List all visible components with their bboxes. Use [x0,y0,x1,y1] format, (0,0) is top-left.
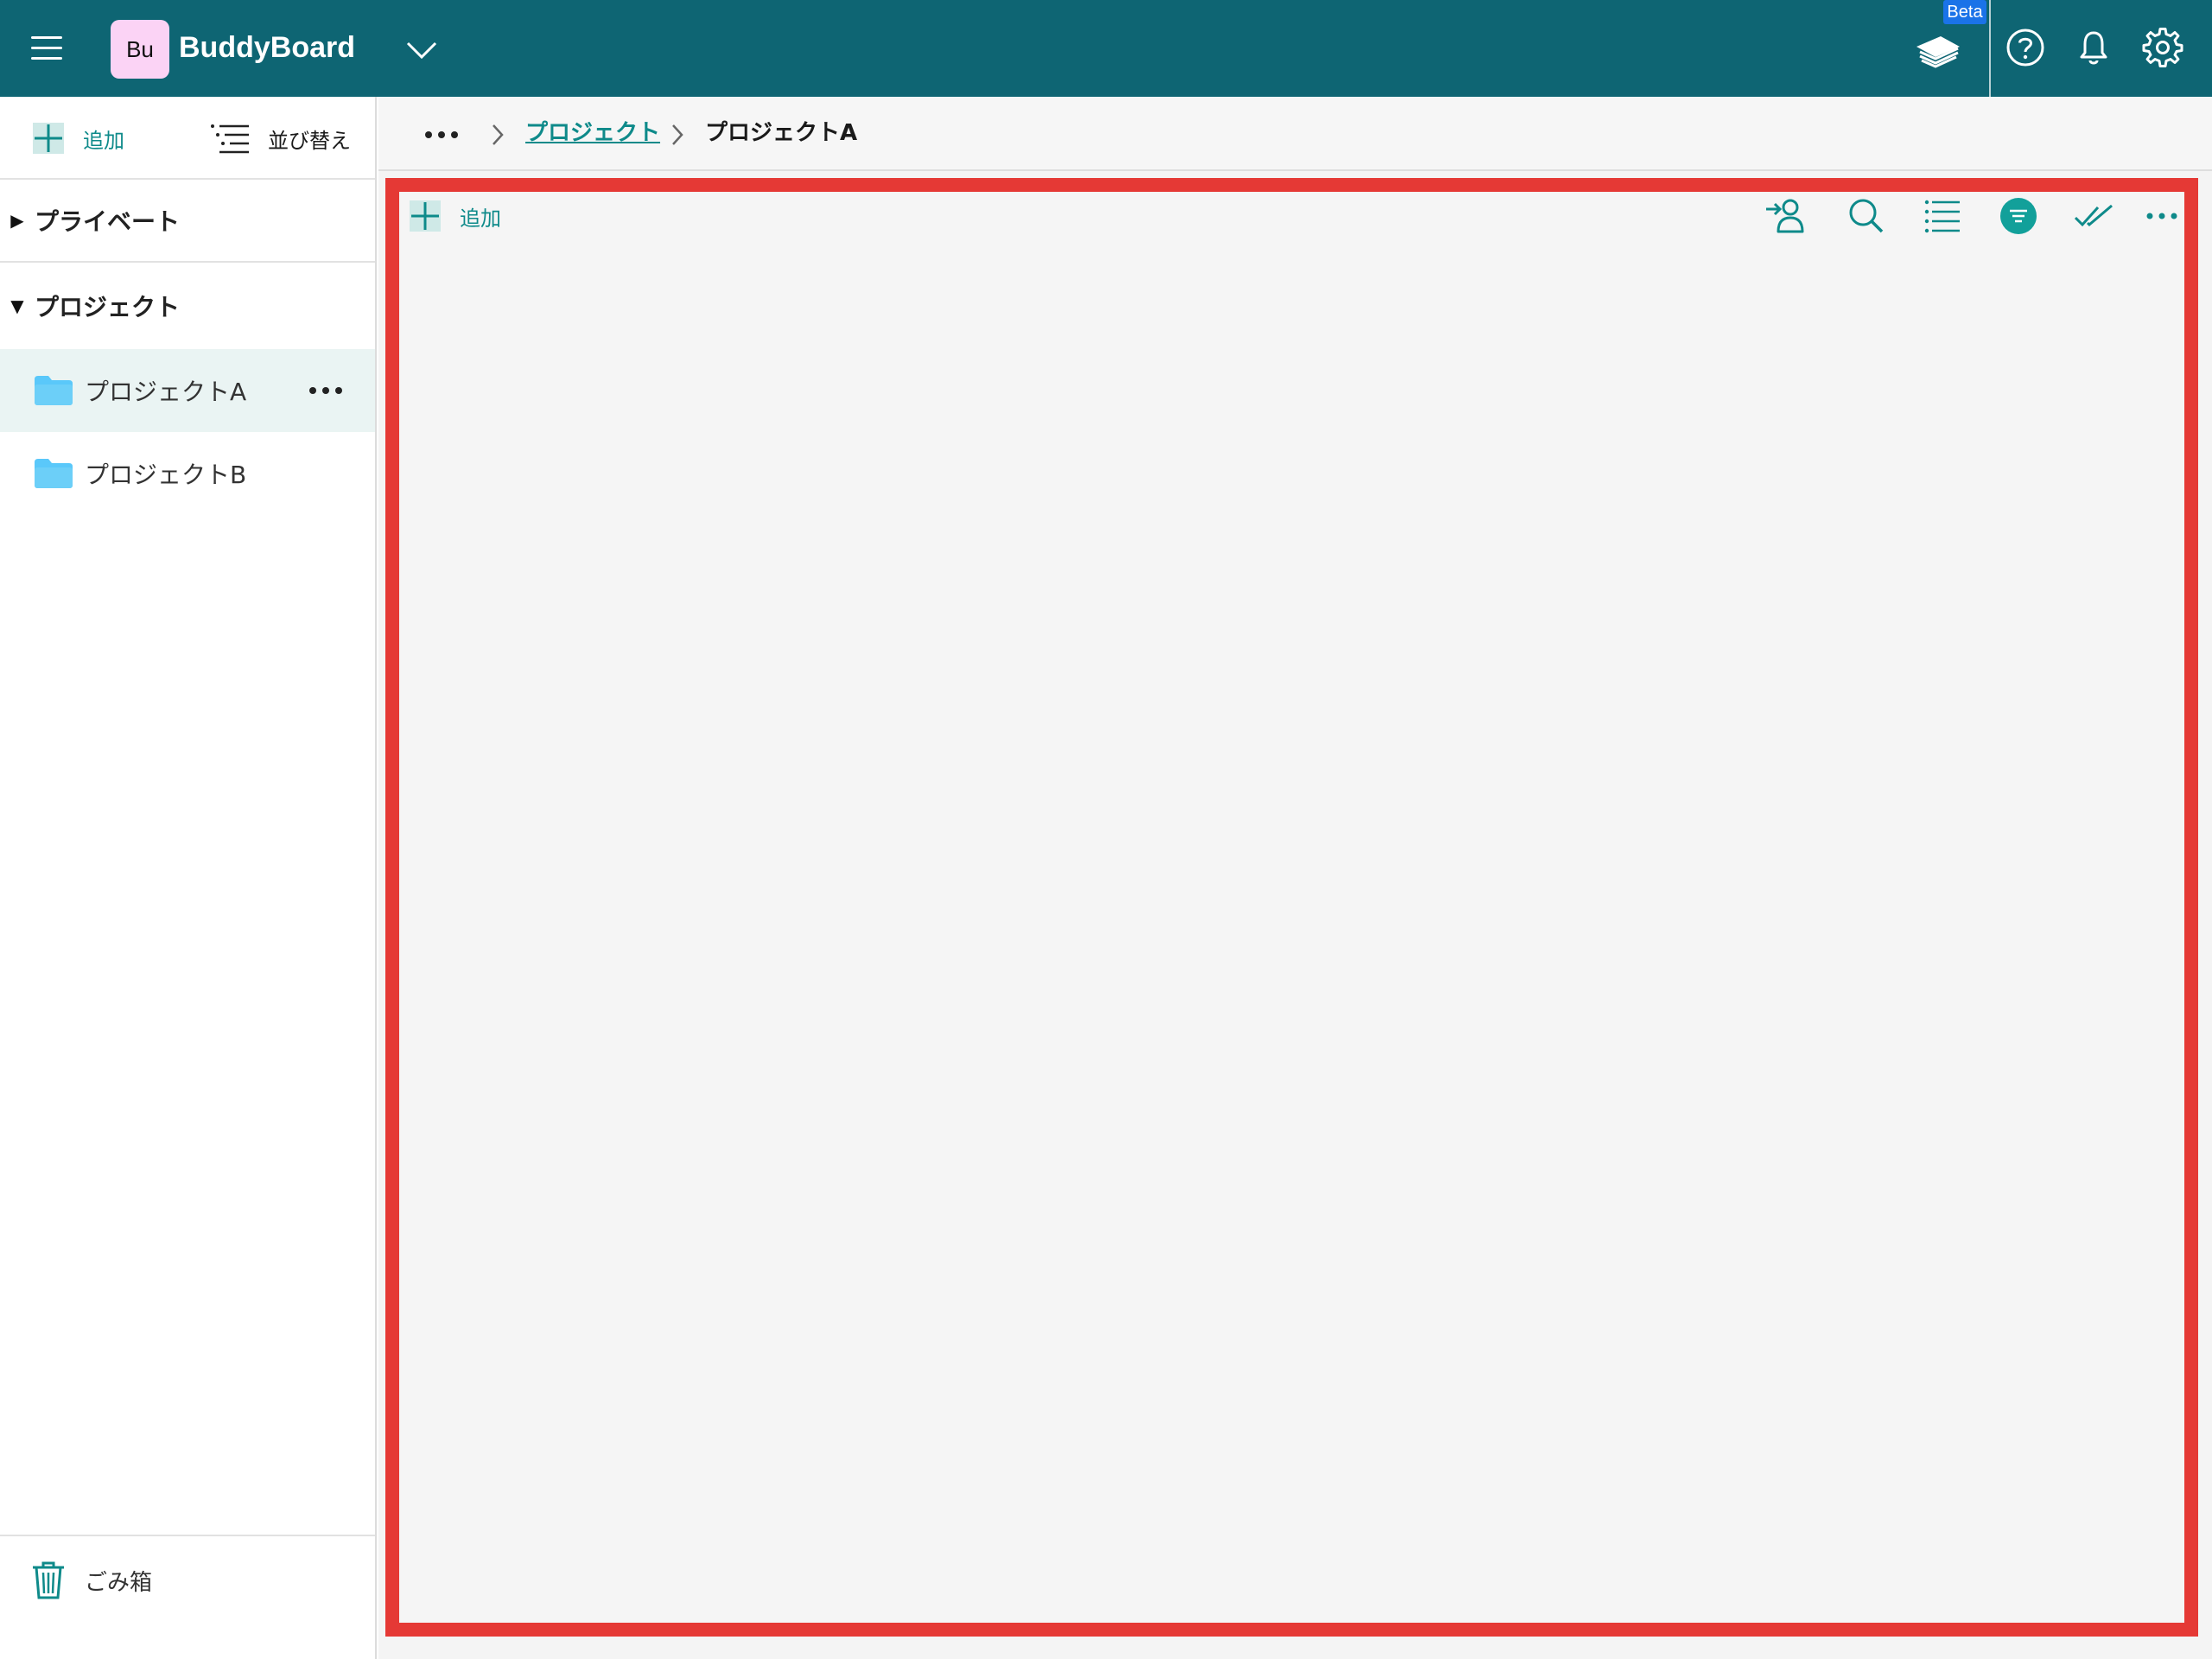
sidebar: 追加 並び替え ▶ プライベート ▼ プロジェクト プロジェクトA プロジェクト… [0,97,377,1659]
sidebar-toolbar: 追加 並び替え [0,97,375,180]
chevron-right-icon [493,124,504,145]
chevron-down-icon[interactable] [403,33,441,67]
folder-icon [35,376,73,405]
menu-icon[interactable] [31,33,66,64]
folder-icon [35,459,73,488]
sidebar-item-project-a[interactable]: プロジェクトA [0,349,375,432]
sidebar-footer: ごみ箱 [0,1535,375,1659]
beta-badge: Beta [1943,0,1986,24]
sidebar-add-button[interactable]: 追加 [31,119,124,157]
board-add-button[interactable]: 追加 [408,199,501,233]
trash-button[interactable]: ごみ箱 [31,1559,152,1602]
chevron-right-icon [672,124,683,145]
caret-right-icon: ▶ [10,210,24,231]
academy-icon[interactable] [1911,21,1963,73]
caret-down-icon: ▼ [10,296,24,316]
board-canvas: 追加 [385,178,2198,1637]
breadcrumb-link-project[interactable]: プロジェクト [525,116,660,150]
plus-icon [410,200,441,232]
section-label: プライベート [35,207,181,236]
check-all-icon[interactable] [2074,197,2115,235]
topbar-divider [1989,0,1991,97]
gear-icon[interactable] [2141,26,2184,69]
trash-icon [33,1561,64,1599]
sidebar-item-label: プロジェクトB [85,461,247,489]
app-name: BuddyBoard [179,31,355,64]
sidebar-item-label: プロジェクトA [85,378,247,406]
plus-icon [33,123,64,154]
top-bar: Bu BuddyBoard Beta [0,0,2212,97]
sidebar-sort-label: 並び替え [268,128,351,153]
sidebar-item-project-b[interactable]: プロジェクトB [0,432,375,515]
trash-label: ごみ箱 [85,1569,153,1596]
sidebar-section-project[interactable]: ▼ プロジェクト [0,264,375,347]
sidebar-add-label: 追加 [83,128,124,153]
sort-icon [211,124,249,154]
breadcrumb-more-icon[interactable] [423,128,460,142]
breadcrumb-current: プロジェクトA [705,120,858,146]
board-add-label: 追加 [460,206,501,231]
sidebar-sort-button[interactable]: 並び替え [209,119,351,157]
assign-member-icon[interactable] [1764,197,1806,235]
more-icon[interactable] [308,380,344,401]
search-icon[interactable] [1846,197,1887,235]
sidebar-section-private[interactable]: ▶ プライベート [0,180,375,263]
board-toolbar: 追加 [399,192,2184,235]
filter-icon[interactable] [1998,197,2039,235]
section-label: プロジェクト [35,293,181,321]
list-view-icon[interactable] [1922,197,1963,235]
main-area: プロジェクト プロジェクトA 追加 [378,97,2212,1659]
bell-icon[interactable] [2072,26,2115,69]
help-icon[interactable] [2004,26,2047,69]
app-logo: Bu [111,20,169,79]
more-icon[interactable] [2143,197,2184,235]
breadcrumb: プロジェクト プロジェクトA [378,97,2212,171]
